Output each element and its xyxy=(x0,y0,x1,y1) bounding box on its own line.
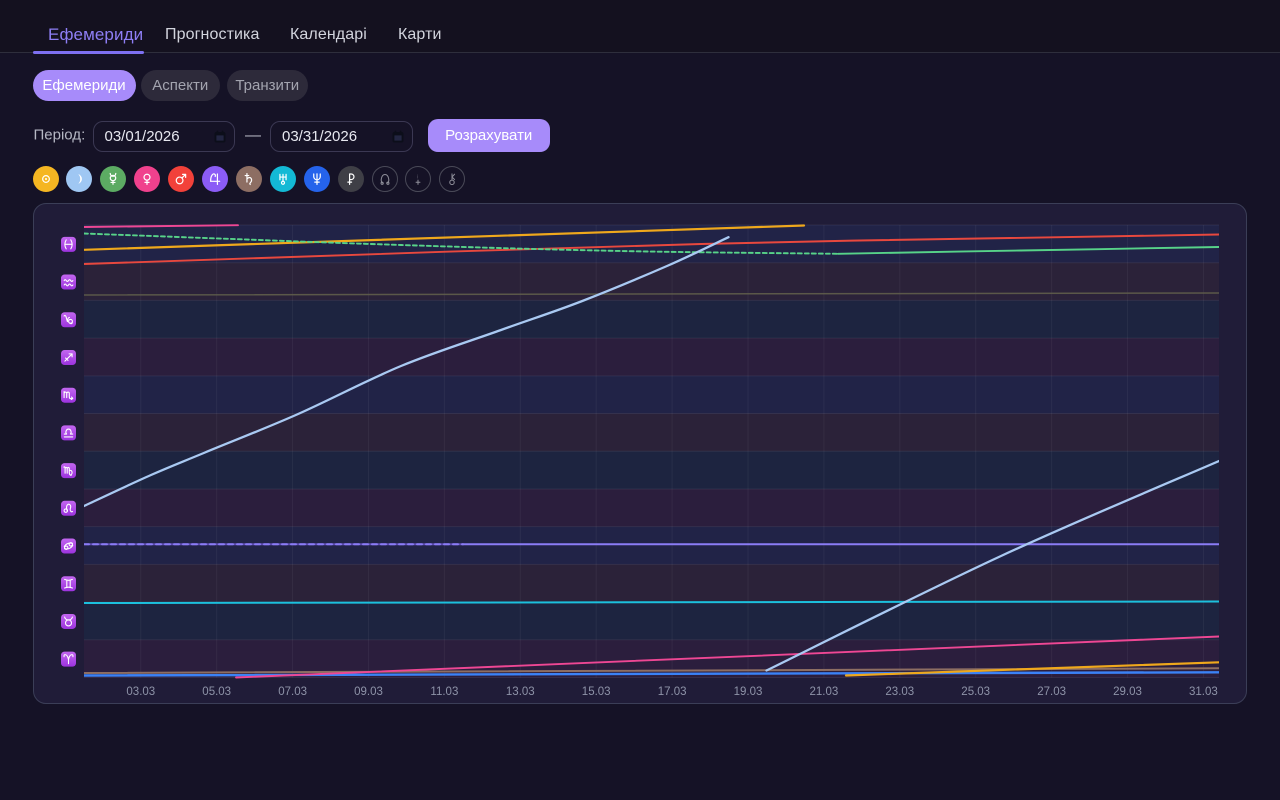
svg-text:19.03: 19.03 xyxy=(734,686,763,698)
svg-text:05.03: 05.03 xyxy=(202,686,231,698)
svg-text:11.03: 11.03 xyxy=(430,686,458,698)
svg-text:07.03: 07.03 xyxy=(278,686,307,698)
svg-text:17.03: 17.03 xyxy=(658,686,687,698)
svg-text:29.03: 29.03 xyxy=(1113,686,1142,698)
svg-text:03.03: 03.03 xyxy=(126,686,155,698)
svg-text:31.03: 31.03 xyxy=(1189,686,1218,698)
svg-text:09.03: 09.03 xyxy=(354,686,383,698)
svg-text:23.03: 23.03 xyxy=(885,686,914,698)
svg-text:21.03: 21.03 xyxy=(810,686,839,698)
svg-text:15.03: 15.03 xyxy=(582,686,611,698)
svg-text:25.03: 25.03 xyxy=(961,686,990,698)
svg-text:13.03: 13.03 xyxy=(506,686,535,698)
svg-text:27.03: 27.03 xyxy=(1037,686,1066,698)
